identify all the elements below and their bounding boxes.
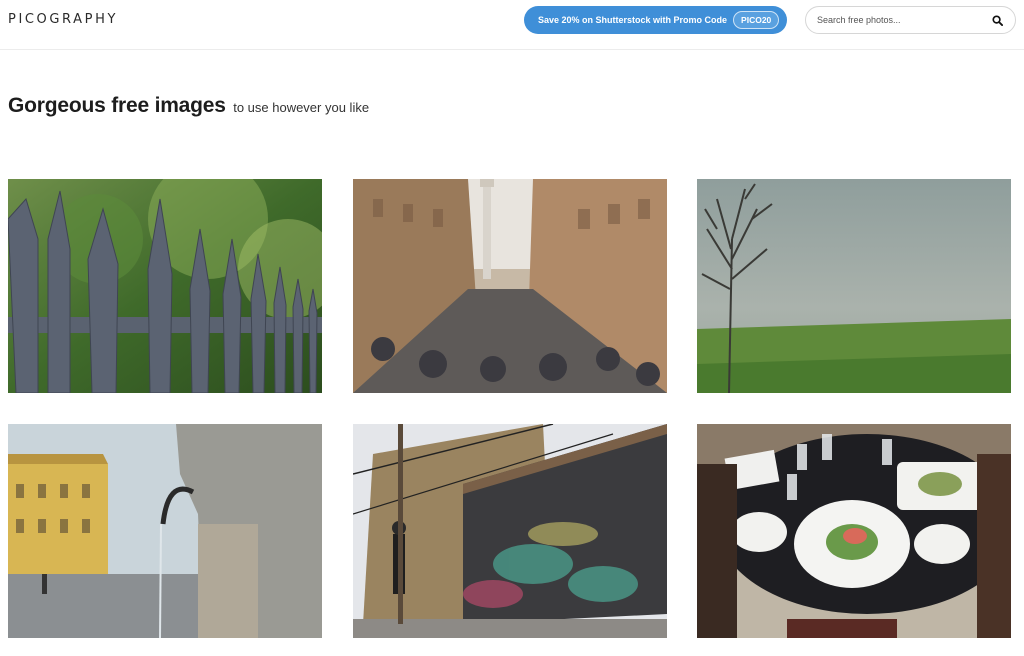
page-heading: Gorgeous free images to use however you … — [8, 94, 369, 118]
site-header: PICOGRAPHY Save 20% on Shutterstock with… — [0, 0, 1024, 50]
photo-restaurant-image — [697, 424, 1011, 638]
photo-card-foggy-tree[interactable] — [697, 179, 1011, 393]
photo-card-graffiti[interactable] — [353, 424, 667, 638]
photo-card-fountain[interactable] — [8, 424, 322, 638]
promo-banner-button[interactable]: Save 20% on Shutterstock with Promo Code… — [524, 6, 787, 34]
photo-card-restaurant[interactable] — [697, 424, 1011, 638]
promo-text: Save 20% on Shutterstock with Promo Code — [538, 15, 728, 25]
page-subtitle: to use however you like — [233, 100, 370, 115]
photo-fence-image — [8, 179, 322, 393]
photo-graffiti-image — [353, 424, 667, 638]
search-input[interactable] — [817, 13, 987, 27]
photo-street-image — [353, 179, 667, 393]
page-title: Gorgeous free images — [8, 94, 226, 117]
search-box — [805, 6, 1016, 34]
photo-card-fence[interactable] — [8, 179, 322, 393]
search-icon[interactable] — [992, 15, 1003, 26]
promo-code-badge: PICO20 — [733, 11, 780, 29]
photo-foggy-tree-image — [697, 179, 1011, 393]
site-logo[interactable]: PICOGRAPHY — [8, 12, 118, 27]
photo-fountain-image — [8, 424, 322, 638]
photo-card-street[interactable] — [353, 179, 667, 393]
